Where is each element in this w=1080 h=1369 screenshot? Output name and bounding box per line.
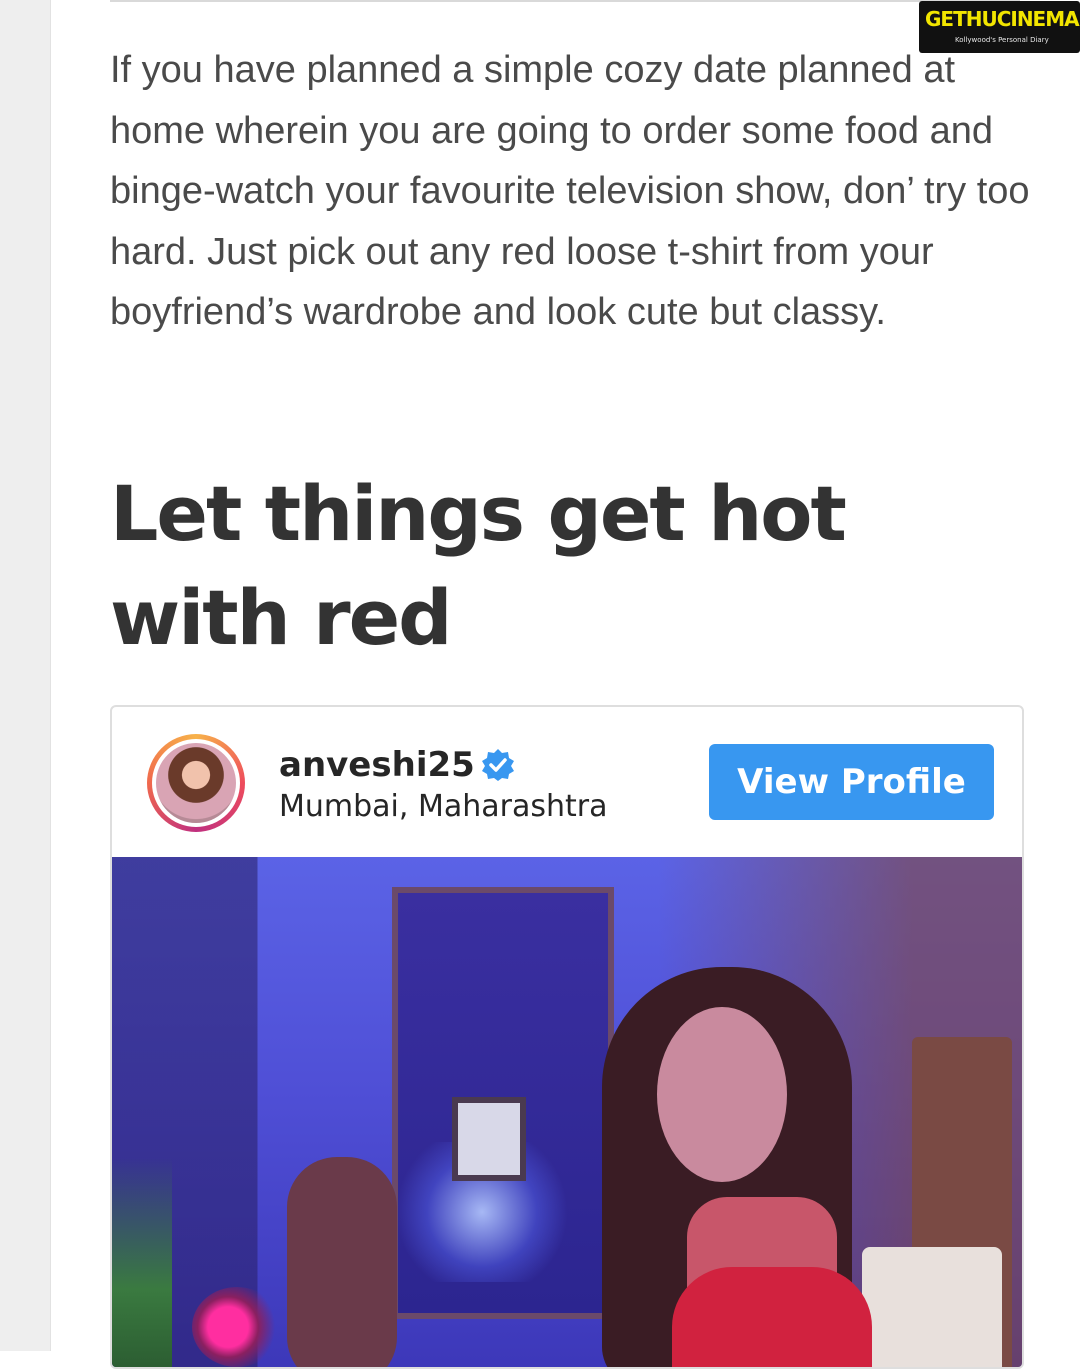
section-heading: Let things get hot with red bbox=[110, 469, 847, 662]
avatar-photo bbox=[156, 743, 236, 823]
instagram-embed-card: anveshi25 Mumbai, Maharashtra View Profi… bbox=[110, 705, 1024, 1369]
article-paragraph: If you have planned a simple cozy date p… bbox=[110, 49, 1030, 334]
left-sidebar-rail bbox=[0, 0, 51, 1351]
watermark-brand: GETHUCINEMA bbox=[925, 7, 1080, 31]
view-profile-button[interactable]: View Profile bbox=[709, 744, 994, 820]
watermark-logo: GETHUCINEMA Kollywood's Personal Diary bbox=[919, 1, 1080, 53]
top-divider bbox=[110, 0, 1020, 2]
profile-username[interactable]: anveshi25 bbox=[279, 745, 475, 785]
watermark-tagline: Kollywood's Personal Diary bbox=[955, 36, 1049, 44]
avatar[interactable] bbox=[147, 734, 245, 832]
post-image[interactable] bbox=[112, 857, 1022, 1367]
profile-location[interactable]: Mumbai, Maharashtra bbox=[279, 789, 607, 824]
verified-badge-icon bbox=[482, 749, 514, 781]
